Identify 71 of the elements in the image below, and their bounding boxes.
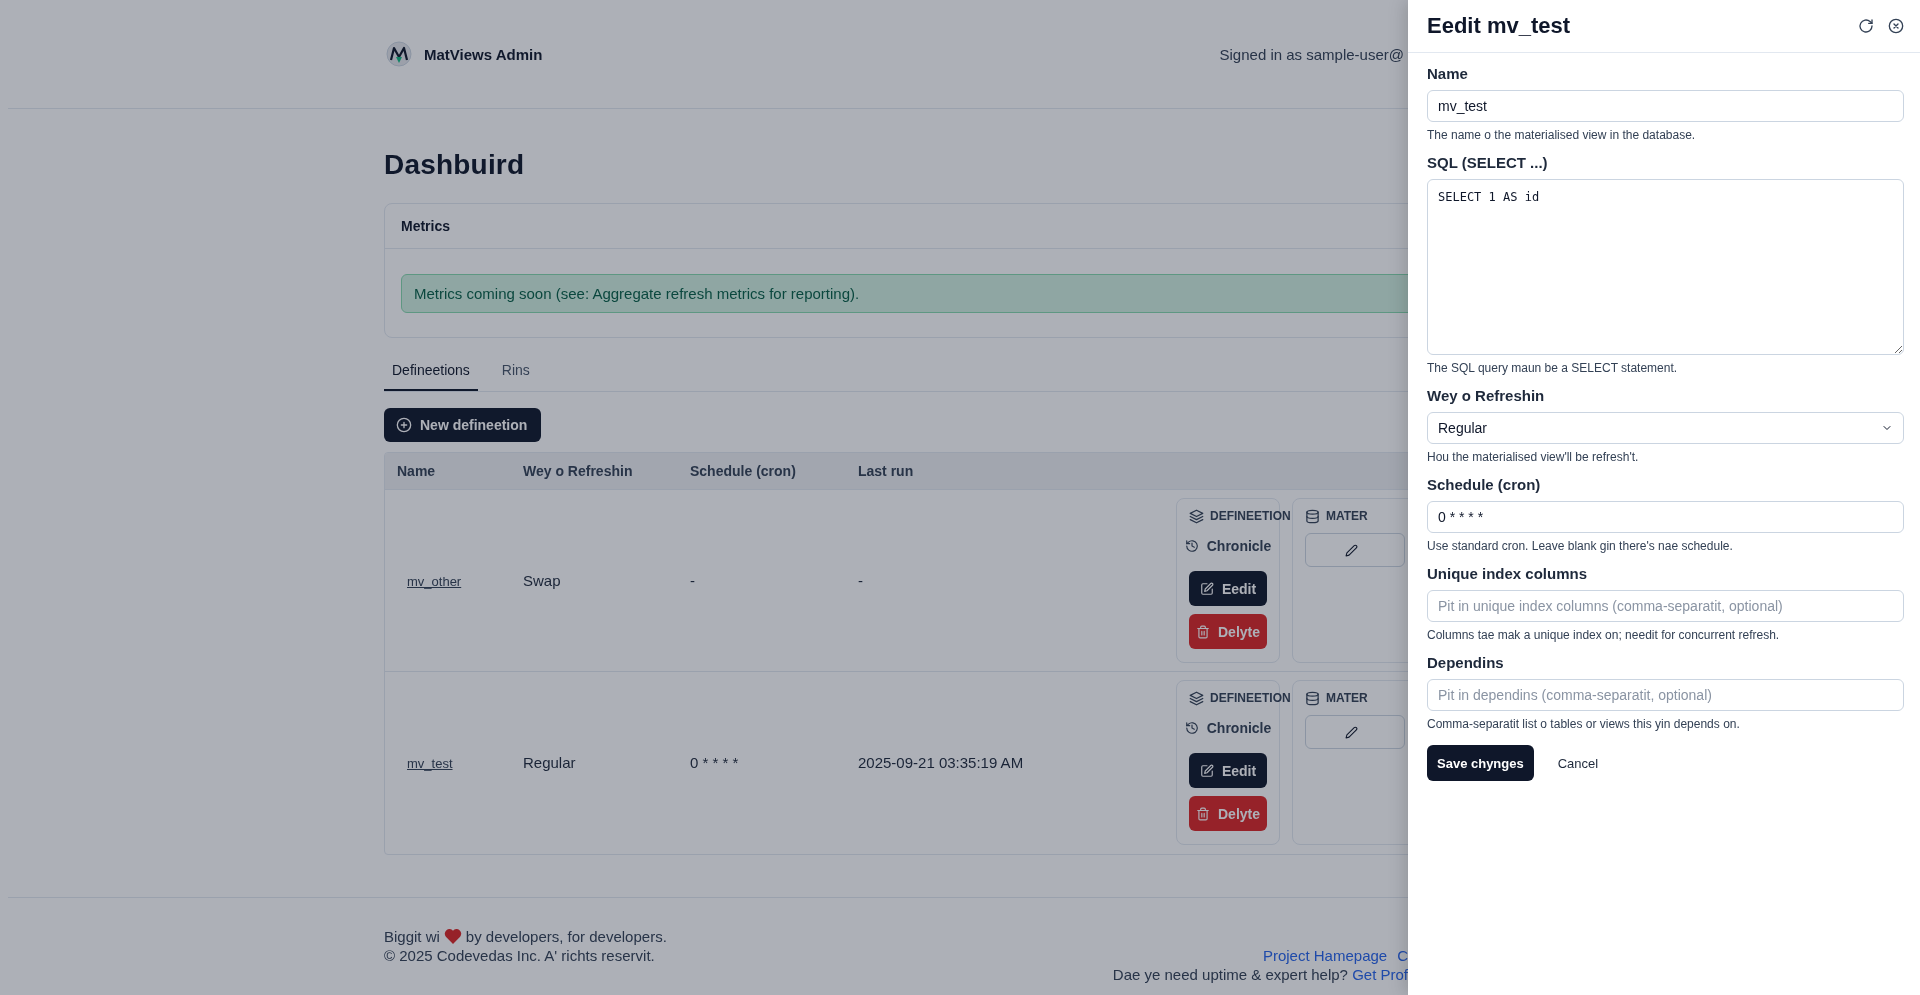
layers-icon	[1189, 690, 1204, 706]
signed-in-text: Signed in as sample-user@	[1219, 45, 1404, 63]
field-label: SQL (SELECT ...)	[1427, 154, 1548, 171]
pencil-icon	[1345, 543, 1358, 557]
cancel-button[interactable]: Cancel	[1551, 755, 1605, 771]
history-icon	[1184, 721, 1199, 736]
footer-text: Biggit wi	[384, 927, 440, 945]
table-cell: Regular	[511, 671, 678, 854]
footer-link[interactable]: Project Hamepage	[1262, 946, 1388, 964]
tab[interactable]: Rins	[493, 352, 538, 391]
column-header: Last run	[846, 453, 1176, 490]
refresh-button[interactable]	[1858, 18, 1874, 34]
help-text: Dae ye need uptime & expert help? Get Prof	[1112, 965, 1408, 983]
table-cell: -	[678, 489, 846, 672]
trash-icon	[1196, 624, 1210, 639]
input-field[interactable]: 0 * * * *	[1427, 501, 1904, 533]
app-name: MatViews Admin	[424, 45, 543, 63]
logo-icon	[386, 41, 412, 67]
database-icon	[1305, 690, 1320, 706]
footer-link[interactable]: Get Prof	[1352, 965, 1408, 983]
input-field[interactable]: Pit in unique index columns (comma-separatit, optional)	[1427, 590, 1904, 622]
card-heading: MATER	[1326, 691, 1368, 706]
trash-icon	[1196, 806, 1210, 821]
help-text: Columns tae mak a unique index on; needit for concurrent refresh.	[1427, 628, 1780, 642]
view-name-link[interactable]: mv_test	[407, 756, 453, 772]
card-heading: MATER	[1326, 509, 1368, 523]
history-icon	[1184, 539, 1199, 553]
sql-textarea[interactable]: SELECT 1 AS id	[1427, 179, 1904, 355]
page-title: Dashbuird	[384, 149, 525, 181]
tab[interactable]: Defineetions	[384, 352, 478, 391]
column-header: Wey o Refreshin	[511, 453, 678, 490]
column-header: Name	[385, 453, 511, 490]
edit-button[interactable]: Eedit	[1189, 753, 1267, 789]
drawer-title: Eedit mv_test	[1427, 13, 1571, 39]
footer-link[interactable]: C	[1397, 946, 1408, 964]
card-heading: DEFINEETION	[1210, 691, 1291, 706]
help-text: Comma-separatit list o tables or views this yin depends on.	[1427, 717, 1740, 731]
column-header: Schedule (cron)	[678, 453, 846, 490]
delete-button[interactable]: Delyte	[1189, 614, 1267, 649]
pencil-icon	[1345, 725, 1358, 739]
refresh-select[interactable]: Regular	[1427, 412, 1904, 444]
close-button[interactable]	[1888, 18, 1904, 34]
help-text: The SQL query maun be a SELECT statement.	[1427, 361, 1678, 375]
help-text: The name o the materialised view in the database.	[1427, 128, 1696, 142]
input-field[interactable]: Pit in dependins (comma-separatit, optional)	[1427, 679, 1904, 711]
field-label: Name	[1427, 65, 1468, 82]
view-name-link[interactable]: mv_other	[407, 574, 462, 589]
field-label: Schedule (cron)	[1427, 476, 1541, 493]
help-text: Hou the materialised view'll be refresh't.	[1427, 450, 1639, 464]
card-heading: DEFINEETION	[1210, 509, 1291, 523]
layers-icon	[1189, 508, 1204, 524]
edit-icon	[1199, 581, 1214, 596]
help-text: Use standard cron. Leave blank gin there's nae schedule.	[1427, 539, 1733, 553]
copyright-text: © 2025 Codevedas Inc. A' richts reservit.	[384, 946, 656, 964]
table-cell: Swap	[511, 489, 678, 672]
edit-icon	[1199, 763, 1214, 778]
footer-text: by developers, for developers.	[465, 927, 667, 945]
heart-icon	[443, 928, 462, 944]
refresh-icon	[1858, 18, 1874, 34]
field-label: Dependins	[1427, 654, 1504, 671]
field-label: Unique index columns	[1427, 565, 1588, 582]
new-definition-button[interactable]: New defineetion	[384, 408, 542, 442]
delete-button[interactable]: Delyte	[1189, 796, 1267, 832]
input-field[interactable]: mv_test	[1427, 90, 1904, 122]
close-icon	[1888, 18, 1904, 34]
plus-circle-icon	[396, 417, 412, 433]
edit-button[interactable]: Eedit	[1189, 571, 1267, 606]
table-cell: 0 * * * *	[678, 671, 846, 854]
save-button[interactable]: Save chynges	[1427, 745, 1534, 781]
database-icon	[1305, 508, 1320, 524]
field-label: Wey o Refreshin	[1427, 387, 1545, 404]
